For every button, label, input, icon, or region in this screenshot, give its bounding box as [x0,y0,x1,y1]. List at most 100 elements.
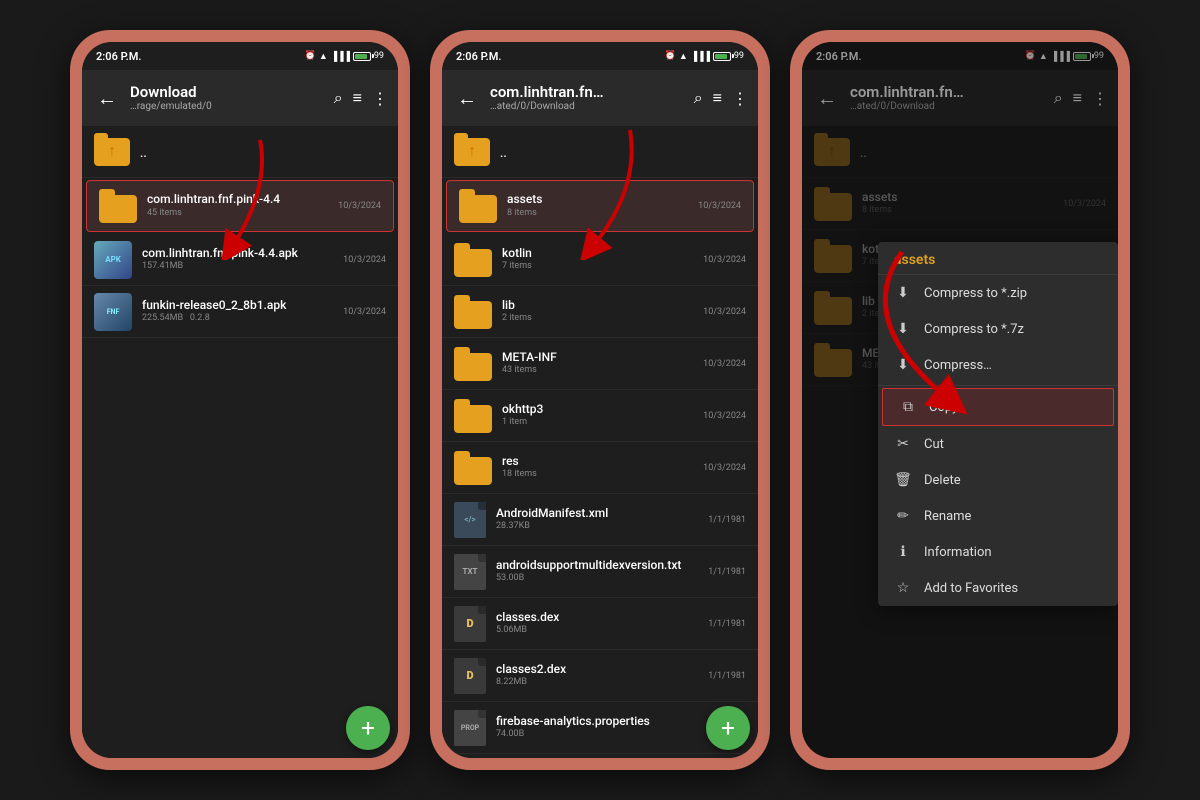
txt-icon: TXT [454,554,486,590]
list-item[interactable]: PROP firebase-annotations.properties 78.… [442,754,758,758]
list-icon-2[interactable]: ≡ [713,88,722,108]
file-info: lib 2 items [492,298,697,325]
battery-percent-2: 99 [734,51,744,61]
information-icon: ℹ [894,544,912,560]
phone-2: 2:06 P.M. ⏰ ▲ ▐▐▐ 99 ← com.linhtran.fn… … [430,30,770,770]
file-info: AndroidManifest.xml 28.37KB [486,506,702,533]
file-date: 1/1/1981 [702,671,746,681]
dex-icon: D [454,606,486,642]
list-item[interactable]: com.linhtran.fnf.pink-4.4 45 items 10/3/… [86,180,394,232]
list-item[interactable]: ↑ .. [82,126,398,178]
list-item[interactable]: lib 2 items 10/3/2024 [442,286,758,338]
file-name: okhttp3 [502,402,697,418]
list-item[interactable]: assets 8 items 10/3/2024 [446,180,754,232]
file-info: androidsupportmultidexversion.txt 53.00B [486,558,702,585]
file-date: 10/3/2024 [697,463,746,473]
file-name: META-INF [502,350,697,366]
context-menu-label-information: Information [924,545,992,560]
status-icons-2: ⏰ ▲ ▐▐▐ 99 [665,51,744,62]
phone-1: 2:06 P.M. ⏰ ▲ ▐▐▐ 99 ← Download …rage/em… [70,30,410,770]
file-date: 10/3/2024 [337,307,386,317]
context-menu-item-compress-7z[interactable]: ⬇ Compress to *.7z [878,311,1118,347]
context-menu-item-compress-zip[interactable]: ⬇ Compress to *.zip [878,275,1118,311]
folder-icon-metainf [454,353,492,381]
folder-icon [99,195,137,223]
more-icon-2[interactable]: ⋮ [732,89,748,108]
file-meta: 157.41MB [142,261,337,273]
folder-icon-lib [454,301,492,329]
cut-icon: ✂ [894,436,912,452]
folder-icon-res [454,457,492,485]
file-meta: 1 item [502,417,697,429]
page-subtitle-1: …rage/emulated/0 [130,101,326,113]
signal-icon: ▐▐▐ [331,51,350,62]
context-menu-label-cut: Cut [924,437,944,452]
list-item[interactable]: META-INF 43 items 10/3/2024 [442,338,758,390]
context-menu-item-delete[interactable]: 🗑 Delete [878,462,1118,498]
context-menu-item-compress[interactable]: ⬇ Compress… [878,347,1118,383]
phone-2-screen: 2:06 P.M. ⏰ ▲ ▐▐▐ 99 ← com.linhtran.fn… … [442,42,758,758]
list-item[interactable]: </> AndroidManifest.xml 28.37KB 1/1/1981 [442,494,758,546]
file-meta: 43 items [502,365,697,377]
context-menu-item-rename[interactable]: ✏ Rename [878,498,1118,534]
status-bar-1: 2:06 P.M. ⏰ ▲ ▐▐▐ 99 [82,42,398,70]
list-item[interactable]: kotlin 7 items 10/3/2024 [442,234,758,286]
file-date: 10/3/2024 [697,255,746,265]
battery-icon [353,52,371,61]
list-item[interactable]: FNF funkin-release0_2_8b1.apk 225.54MB 0… [82,286,398,338]
file-date: 10/3/2024 [697,307,746,317]
file-meta: 8 items [507,208,692,220]
list-item[interactable]: TXT androidsupportmultidexversion.txt 53… [442,546,758,598]
compress-7z-icon: ⬇ [894,321,912,337]
file-date: 1/1/1981 [702,567,746,577]
back-button-1[interactable]: ← [92,86,122,111]
list-item[interactable]: ↑ .. [442,126,758,178]
search-icon-1[interactable]: ⌕ [334,88,343,108]
menu-divider-1 [878,385,1118,386]
file-name: kotlin [502,246,697,262]
list-item[interactable]: D classes.dex 5.06MB 1/1/1981 [442,598,758,650]
fab-button-2[interactable]: + [706,706,750,750]
file-name: AndroidManifest.xml [496,506,702,522]
file-name: firebase-analytics.properties [496,714,702,730]
context-menu-item-information[interactable]: ℹ Information [878,534,1118,570]
compress-zip-icon: ⬇ [894,285,912,301]
context-menu-label-compress: Compress… [924,358,992,373]
top-bar-1: ← Download …rage/emulated/0 ⌕ ≡ ⋮ [82,70,398,126]
phone-3: 2:06 P.M. ⏰ ▲ ▐▐▐ 99 ← com.linhtran.fn… … [790,30,1130,770]
list-item[interactable]: okhttp3 1 item 10/3/2024 [442,390,758,442]
list-item[interactable]: D classes2.dex 8.22MB 1/1/1981 [442,650,758,702]
file-info: res 18 items [492,454,697,481]
context-menu-label-delete: Delete [924,473,961,488]
alarm-icon: ⏰ [305,51,316,61]
status-icons-1: ⏰ ▲ ▐▐▐ 99 [305,51,384,62]
folder-icon-assets [459,195,497,223]
top-bar-actions-2: ⌕ ≡ ⋮ [694,88,748,108]
signal-icon-2: ▐▐▐ [691,51,710,62]
context-menu-item-cut[interactable]: ✂ Cut [878,426,1118,462]
context-menu-item-favorites[interactable]: ☆ Add to Favorites [878,570,1118,606]
file-name: funkin-release0_2_8b1.apk [142,298,337,314]
context-menu-item-copy[interactable]: ⧉ Copy [882,388,1114,426]
back-button-2[interactable]: ← [452,86,482,111]
search-icon-2[interactable]: ⌕ [694,88,703,108]
page-title-1: Download [130,83,326,101]
list-icon-1[interactable]: ≡ [353,88,362,108]
file-date: 10/3/2024 [332,201,381,211]
file-meta: 7 items [502,261,697,273]
list-item[interactable]: res 18 items 10/3/2024 [442,442,758,494]
file-meta: 18 items [502,469,697,481]
prop-icon: PROP [454,710,486,746]
file-date: 10/3/2024 [337,255,386,265]
more-icon-1[interactable]: ⋮ [372,89,388,108]
favorites-icon: ☆ [894,580,912,596]
xml-icon: </> [454,502,486,538]
compress-icon: ⬇ [894,357,912,373]
file-info: okhttp3 1 item [492,402,697,429]
rename-icon: ✏ [894,508,912,524]
top-bar-2: ← com.linhtran.fn… …ated/0/Download ⌕ ≡ … [442,70,758,126]
fab-button-1[interactable]: + [346,706,390,750]
list-item[interactable]: APK com.linhtran.fnf.pink-4.4.apk 157.41… [82,234,398,286]
apk-icon: APK [94,241,132,279]
status-bar-2: 2:06 P.M. ⏰ ▲ ▐▐▐ 99 [442,42,758,70]
